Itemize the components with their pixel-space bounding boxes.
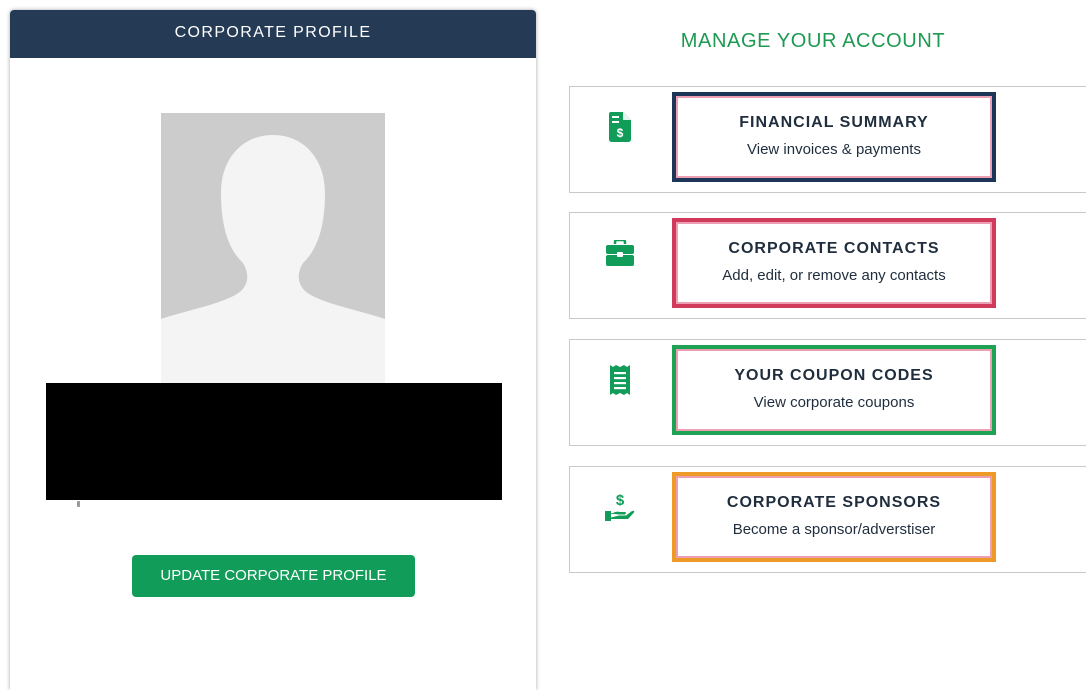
corporate-contacts-link[interactable]: CORPORATE CONTACTS Add, edit, or remove … [672,218,996,308]
card-description: Add, edit, or remove any contacts [722,267,946,284]
corporate-sponsors-card[interactable]: $ CORPORATE SPONSORS Become a sponsor/ad… [569,466,1086,573]
card-description: View corporate coupons [753,394,915,411]
financial-summary-link[interactable]: FINANCIAL SUMMARY View invoices & paymen… [672,92,996,182]
profile-header: CORPORATE PROFILE [10,10,536,58]
svg-text:$: $ [616,492,625,509]
briefcase-icon [604,233,636,273]
corporate-profile-panel: CORPORATE PROFILE UPDATE CORPORATE PROFI… [10,10,536,690]
avatar-placeholder [161,113,385,385]
svg-text:$: $ [617,126,624,140]
card-title: CORPORATE CONTACTS [728,240,940,257]
coupon-codes-card[interactable]: YOUR COUPON CODES View corporate coupons [569,339,1086,446]
update-corporate-profile-button[interactable]: UPDATE CORPORATE PROFILE [132,555,415,597]
receipt-icon [604,360,636,400]
person-silhouette-icon [161,113,385,385]
manage-account-heading: MANAGE YOUR ACCOUNT [680,30,946,52]
invoice-dollar-icon: $ [604,107,636,147]
corporate-contacts-card[interactable]: CORPORATE CONTACTS Add, edit, or remove … [569,212,1086,319]
card-title: CORPORATE SPONSORS [726,494,942,511]
card-description: View invoices & payments [747,141,921,158]
corporate-sponsors-link[interactable]: CORPORATE SPONSORS Become a sponsor/adve… [672,472,996,562]
text-fragment [77,501,80,507]
card-title: FINANCIAL SUMMARY [739,114,929,131]
financial-summary-card[interactable]: $ FINANCIAL SUMMARY View invoices & paym… [569,86,1086,193]
coupon-codes-link[interactable]: YOUR COUPON CODES View corporate coupons [672,345,996,435]
hand-dollar-icon: $ [604,487,636,527]
card-description: Become a sponsor/adverstiser [732,521,936,538]
card-title: YOUR COUPON CODES [734,367,934,384]
redacted-block [46,383,502,500]
